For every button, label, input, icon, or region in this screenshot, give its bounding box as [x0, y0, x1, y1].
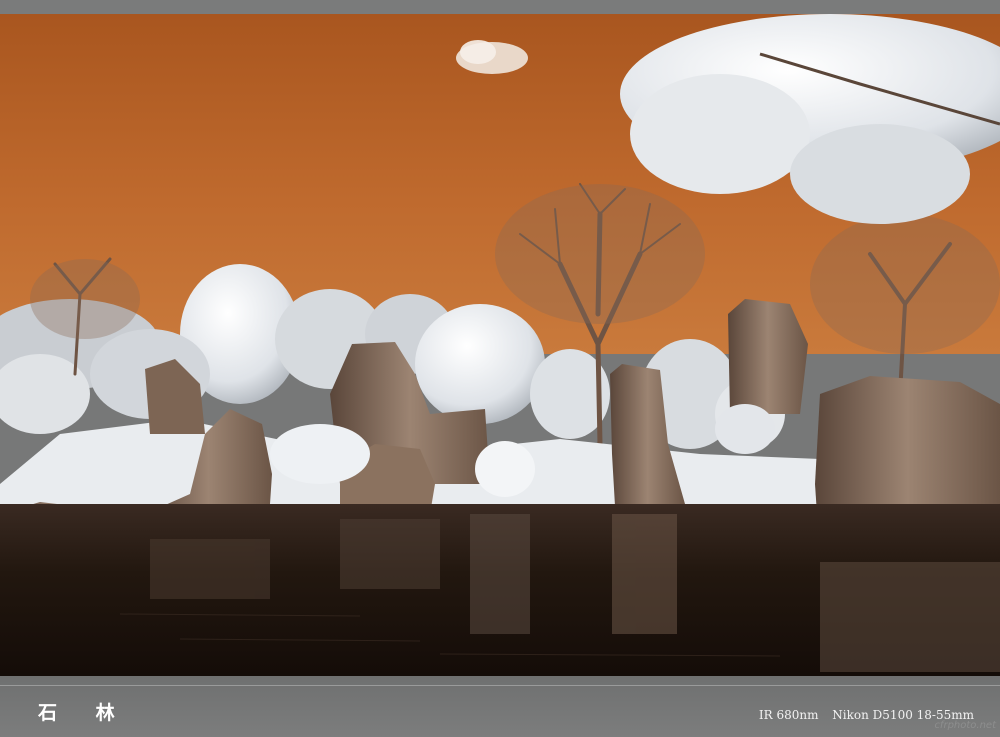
top-border [0, 0, 1000, 14]
photograph [0, 14, 1000, 676]
photo-title: 石 林 [38, 702, 131, 724]
watermark: cfrphoto.net [934, 720, 996, 731]
bottom-caption-bar: 石 林 IR 680nm Nikon D5100 18-55mm cfrphot… [0, 676, 1000, 737]
caption-divider [0, 685, 1000, 686]
filter-info: IR 680nm [758, 708, 819, 722]
